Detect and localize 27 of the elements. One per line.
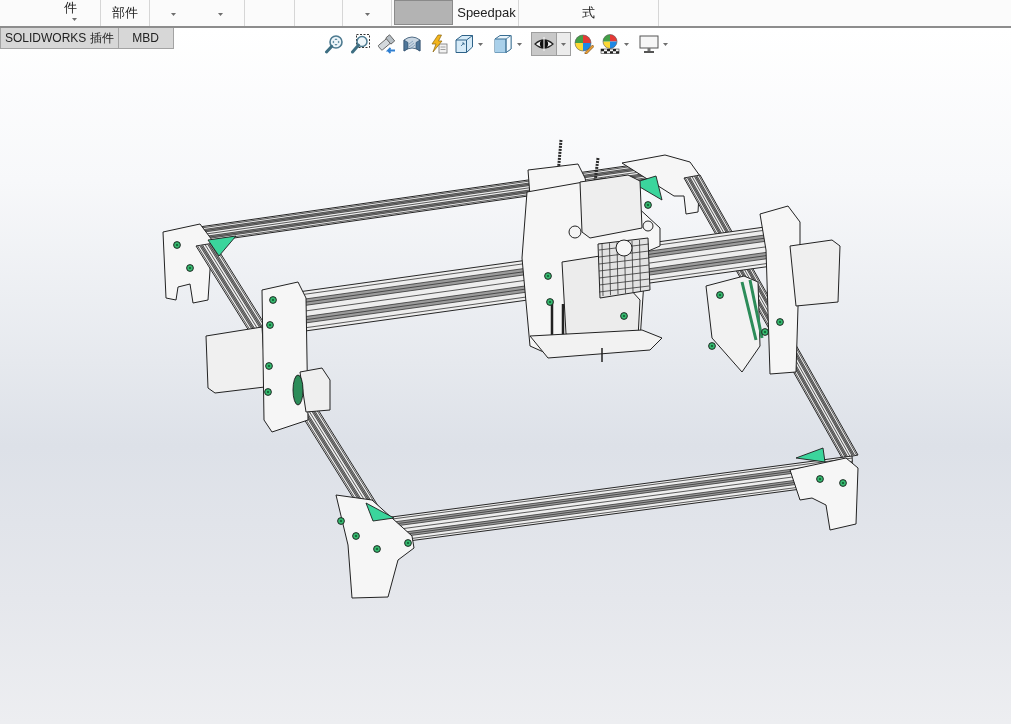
spyglass-arrow-icon [375, 34, 396, 54]
magnifier-box-icon [349, 34, 370, 54]
shaded-cube-icon [492, 34, 513, 54]
caret-icon [560, 42, 566, 46]
cube-icon [453, 34, 474, 54]
color-ball-pencil-icon [573, 34, 594, 54]
caret-icon [623, 42, 629, 46]
ribbon-button[interactable]: 式 [519, 0, 659, 26]
caret-icon [516, 42, 522, 46]
caret-icon [477, 42, 483, 46]
toolbar-button[interactable] [530, 32, 571, 56]
ribbon-button[interactable]: Speedpak [455, 0, 519, 26]
ribbon-button[interactable]: 件 [0, 0, 101, 26]
eye-icon [533, 34, 554, 54]
half-cylinder-icon [401, 34, 422, 54]
tab[interactable]: MBD [118, 28, 174, 49]
tab[interactable]: SOLIDWORKS 插件 [0, 28, 119, 49]
caret-icon [218, 13, 223, 16]
monitor-icon [638, 34, 659, 54]
color-ball-checker-icon [599, 34, 620, 54]
caret-icon [662, 42, 668, 46]
caret-icon [364, 13, 370, 16]
ribbon-button[interactable]: 部件 [101, 0, 150, 26]
caret-icon [171, 13, 176, 16]
preview-tile[interactable] [394, 0, 453, 25]
magnifier-icon [323, 34, 344, 54]
caret-icon [72, 18, 77, 21]
